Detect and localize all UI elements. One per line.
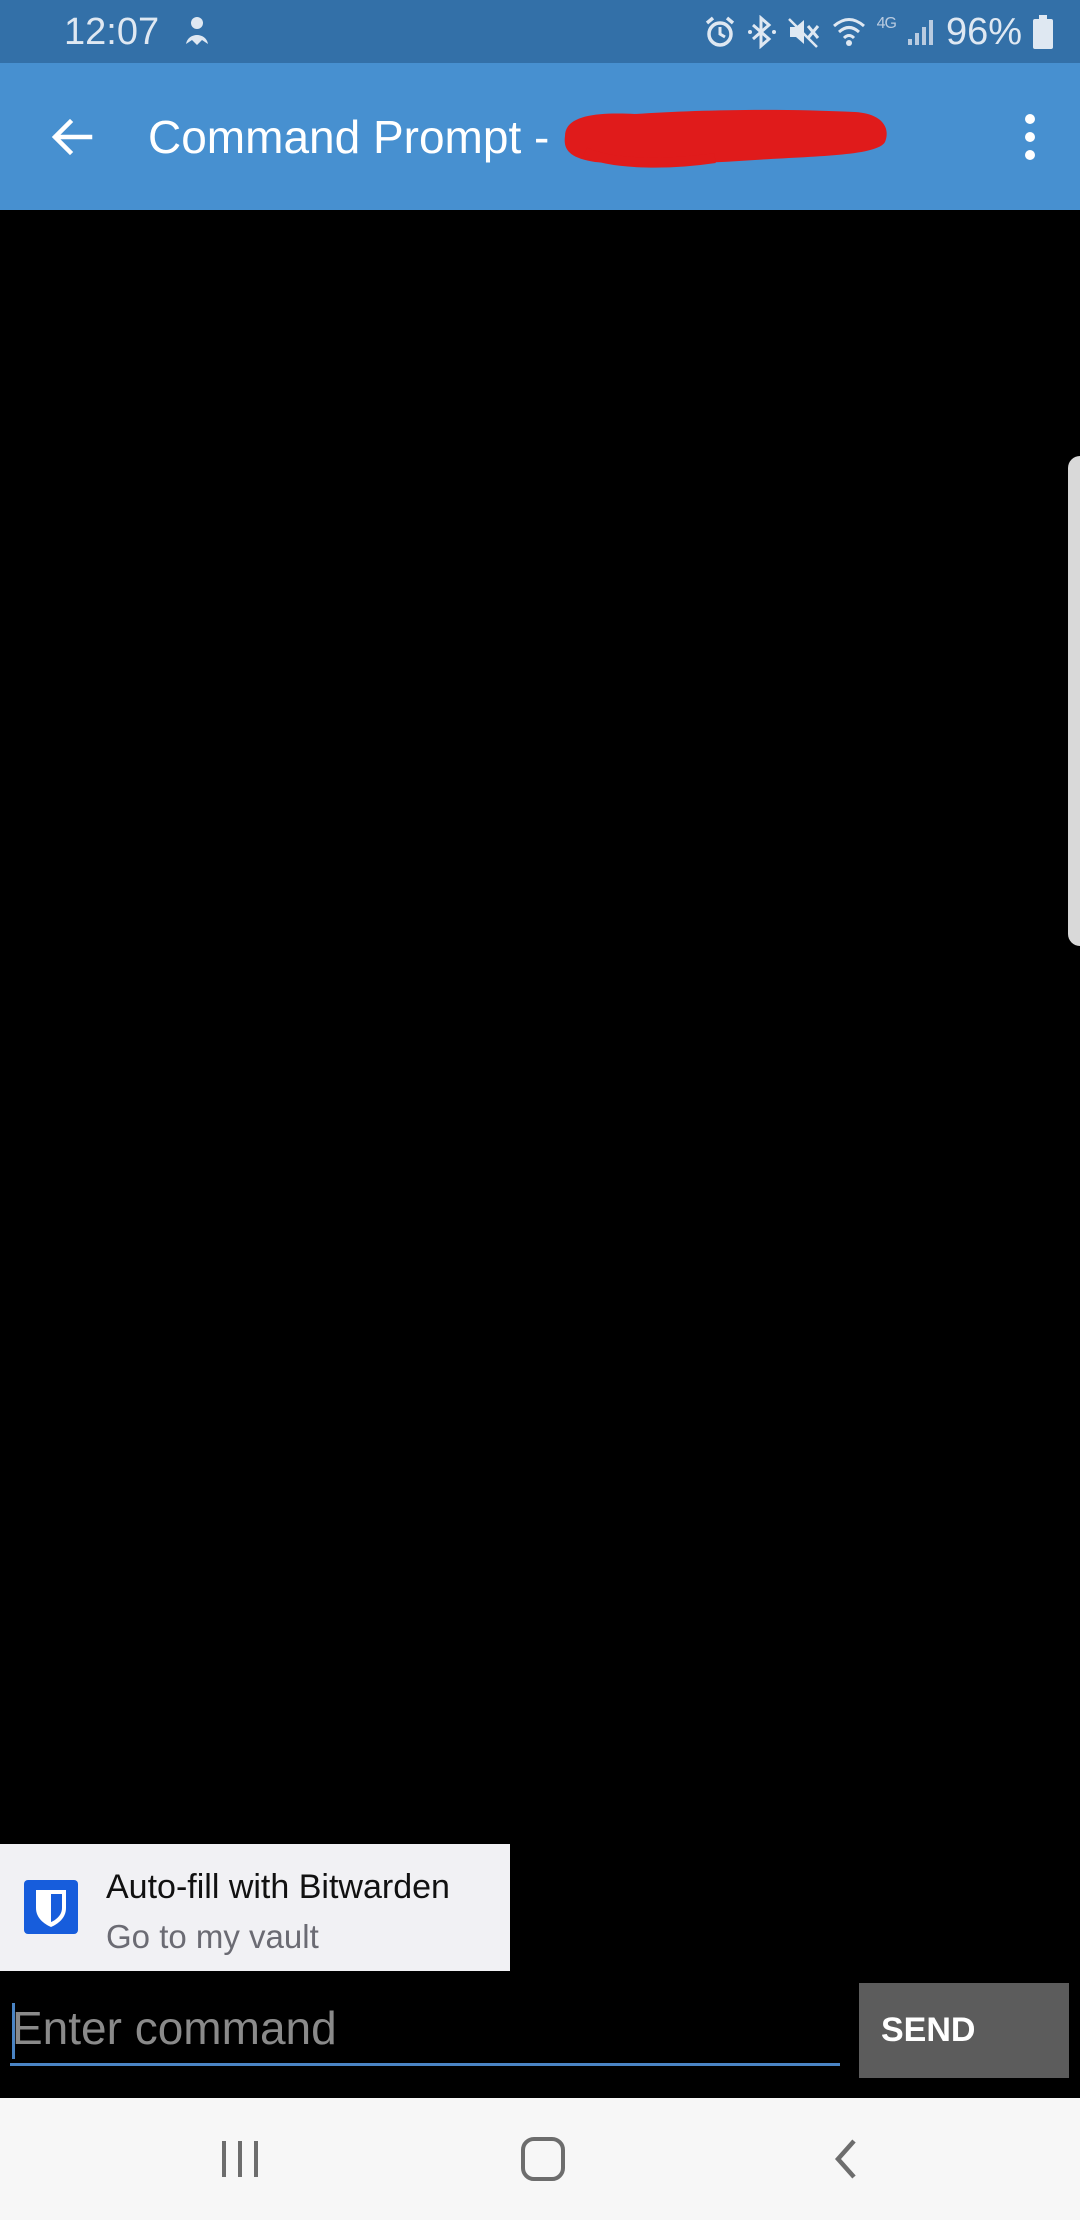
signal-icon (906, 17, 936, 47)
alarm-icon (703, 15, 737, 49)
recents-icon (222, 2141, 258, 2177)
recents-button[interactable] (200, 2124, 280, 2194)
command-input-row: SEND (0, 1971, 1080, 2098)
status-bar: 12:07 4G 96% (0, 0, 1080, 63)
battery-percent: 96% (945, 11, 1022, 53)
home-icon (521, 2137, 565, 2181)
redacted-host (555, 106, 890, 168)
more-vertical-icon (1025, 114, 1035, 160)
bitwarden-shield-icon (24, 1880, 78, 1934)
ghost-notification-icon (180, 14, 214, 48)
page-title: Command Prompt - (148, 111, 550, 163)
network-type: 4G (876, 15, 897, 32)
scrollbar-thumb[interactable] (1068, 456, 1080, 946)
more-options-button[interactable] (1006, 105, 1054, 169)
battery-icon (1032, 14, 1054, 50)
arrow-left-icon (51, 118, 93, 156)
autofill-title: Auto-fill with Bitwarden (106, 1868, 450, 1906)
autofill-subtitle: Go to my vault (106, 1918, 319, 1955)
text-cursor (12, 2003, 15, 2059)
navigation-bar (0, 2098, 1080, 2220)
bluetooth-icon (747, 15, 777, 49)
wifi-icon (831, 15, 867, 49)
system-back-button[interactable] (806, 2124, 886, 2194)
mute-icon (787, 15, 821, 49)
send-button[interactable]: SEND (859, 1983, 1069, 2078)
screen: 12:07 4G 96% Command Prompt - Auto-fill … (0, 0, 1080, 2220)
command-input[interactable] (10, 1993, 840, 2066)
app-bar: Command Prompt - (0, 63, 1080, 210)
terminal-output[interactable] (0, 210, 1080, 2098)
autofill-suggestion[interactable]: Auto-fill with Bitwarden Go to my vault (0, 1844, 510, 1971)
status-icons: 4G 96% (703, 8, 1054, 56)
status-time: 12:07 (64, 11, 160, 53)
back-icon (834, 2139, 856, 2179)
back-button[interactable] (40, 105, 104, 169)
home-button[interactable] (503, 2124, 583, 2194)
